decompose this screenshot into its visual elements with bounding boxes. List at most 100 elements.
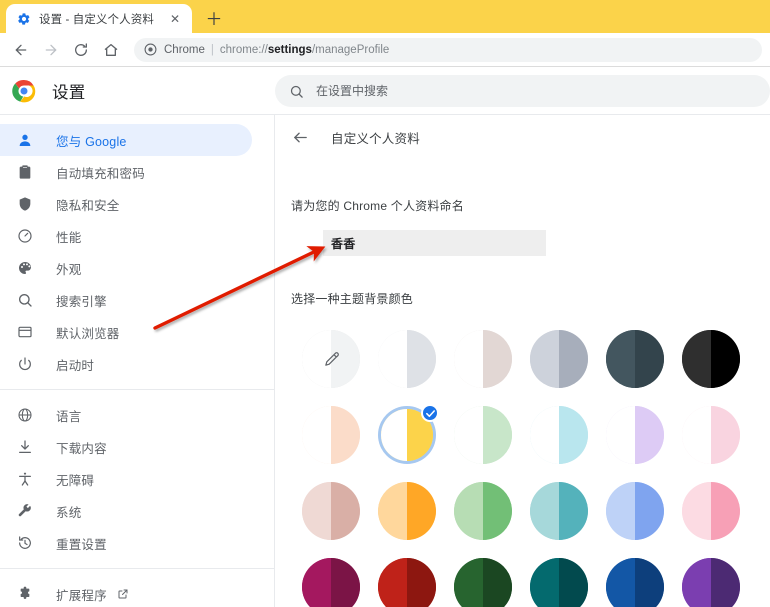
theme-swatch-pink[interactable] (682, 482, 740, 540)
home-button[interactable] (98, 37, 124, 63)
tab-strip: 设置 - 自定义个人资料 ✕ ＋ (0, 0, 770, 33)
search-icon (16, 291, 34, 309)
browser-window: 设置 - 自定义个人资料 ✕ ＋ Chrome | chrome://setti… (0, 0, 770, 607)
theme-swatch-pale-cyan[interactable] (530, 406, 588, 464)
settings-sidebar: 您与 Google 自动填充和密码 隐私和安全 性能 外观 搜索引擎 默认浏览器… (0, 115, 275, 607)
sidebar-item-label: 无障碍 (56, 473, 95, 488)
eyedropper-icon (322, 350, 340, 368)
swatch-half-light (454, 406, 483, 464)
swatch-half-light (378, 558, 407, 607)
name-section-label: 请为您的 Chrome 个人资料命名 (291, 199, 464, 213)
sidebar-item-accessibility[interactable]: 无障碍 (0, 463, 252, 495)
sidebar-item-default-browser[interactable]: 默认浏览器 (0, 316, 252, 348)
globe-icon (16, 406, 34, 424)
swatch-circle (454, 482, 512, 540)
sidebar-item-extensions[interactable]: 扩展程序 (0, 578, 252, 607)
theme-swatch-pale-green[interactable] (454, 406, 512, 464)
theme-swatch-yellow[interactable] (378, 404, 439, 464)
theme-swatch-teal[interactable] (530, 482, 588, 540)
swatch-half-dark (331, 406, 360, 464)
swatch-half-dark (407, 330, 436, 388)
search-area (275, 75, 770, 107)
palette-icon (16, 259, 34, 277)
sidebar-divider (0, 568, 274, 569)
sidebar-item-search-engine[interactable]: 搜索引擎 (0, 284, 252, 316)
sidebar-item-appearance[interactable]: 外观 (0, 252, 252, 284)
content-header: 自定义个人资料 (275, 115, 770, 159)
theme-swatch-pale-peach[interactable] (302, 406, 360, 464)
settings-content: 自定义个人资料 请为您的 Chrome 个人资料命名 选择一种主题背景颜色 (275, 115, 770, 607)
swatch-circle (302, 482, 360, 540)
search-input[interactable] (316, 84, 756, 98)
reload-button[interactable] (68, 37, 94, 63)
sidebar-item-languages[interactable]: 语言 (0, 399, 252, 431)
close-icon[interactable]: ✕ (167, 11, 183, 27)
tab-settings[interactable]: 设置 - 自定义个人资料 ✕ (6, 4, 192, 33)
swatch-half-light (454, 482, 483, 540)
swatch-half-light (530, 558, 559, 607)
theme-swatch-pale-pink[interactable] (682, 406, 740, 464)
swatch-half-dark (483, 330, 512, 388)
back-button[interactable] (8, 37, 34, 63)
download-icon (16, 438, 34, 456)
swatch-circle (378, 330, 436, 388)
theme-swatch-dark-slate[interactable] (606, 330, 664, 388)
theme-swatch-dusty-rose[interactable] (302, 482, 360, 540)
content-title: 自定义个人资料 (331, 131, 420, 146)
swatch-half-light (606, 482, 635, 540)
swatch-circle (454, 406, 512, 464)
swatch-half-dark (711, 406, 740, 464)
sidebar-item-downloads[interactable]: 下载内容 (0, 431, 252, 463)
back-arrow-icon[interactable] (291, 128, 309, 146)
theme-swatch-warm-grey[interactable] (454, 330, 512, 388)
sidebar-item-performance[interactable]: 性能 (0, 220, 252, 252)
sidebar-item-privacy[interactable]: 隐私和安全 (0, 188, 252, 220)
theme-swatch-deep-teal[interactable] (530, 558, 588, 607)
sidebar-divider (0, 389, 274, 390)
profile-name-input[interactable] (323, 230, 546, 256)
sidebar-item-reset-settings[interactable]: 重置设置 (0, 527, 252, 559)
settings-brand[interactable]: 设置 (0, 79, 275, 103)
theme-swatch-blue[interactable] (606, 482, 664, 540)
swatch-half-dark (635, 482, 664, 540)
theme-swatch-magenta-dark[interactable] (302, 558, 360, 607)
theme-swatch-black[interactable] (682, 330, 740, 388)
sidebar-item-you-and-google[interactable]: 您与 Google (0, 124, 252, 156)
swatch-circle (682, 406, 740, 464)
swatch-half-dark (483, 482, 512, 540)
sidebar-item-on-startup[interactable]: 启动时 (0, 348, 252, 380)
theme-swatch-pale-purple[interactable] (606, 406, 664, 464)
theme-swatch-green[interactable] (454, 482, 512, 540)
theme-swatch-red-dark[interactable] (378, 558, 436, 607)
theme-swatch-cool-grey[interactable] (530, 330, 588, 388)
search-box[interactable] (275, 75, 770, 107)
swatch-half-light (682, 330, 711, 388)
gear-icon (17, 12, 31, 26)
wrench-icon (16, 502, 34, 520)
theme-section-label: 选择一种主题背景颜色 (291, 292, 414, 306)
address-bar[interactable]: Chrome | chrome://settings/manageProfile (134, 37, 762, 62)
theme-swatch-purple-dark[interactable] (682, 558, 740, 607)
swatch-half-dark (483, 406, 512, 464)
sidebar-item-label: 外观 (56, 262, 82, 277)
forward-button[interactable] (38, 37, 64, 63)
sidebar-item-system[interactable]: 系统 (0, 495, 252, 527)
new-tab-button[interactable]: ＋ (200, 3, 228, 31)
accessibility-icon (16, 470, 34, 488)
swatch-circle (606, 558, 664, 607)
page-title: 设置 (52, 84, 86, 102)
theme-swatch-grey-default[interactable] (378, 330, 436, 388)
swatch-half-dark (559, 330, 588, 388)
tab-title: 设置 - 自定义个人资料 (39, 13, 154, 26)
theme-swatch-orange[interactable] (378, 482, 436, 540)
swatch-half-light (302, 558, 331, 607)
puzzle-icon (16, 585, 34, 603)
theme-swatch-forest-green[interactable] (454, 558, 512, 607)
theme-swatch-navy-blue[interactable] (606, 558, 664, 607)
theme-swatch-custom-color-picker[interactable] (302, 330, 360, 388)
sidebar-item-label: 语言 (56, 409, 82, 424)
sidebar-item-autofill[interactable]: 自动填充和密码 (0, 156, 252, 188)
swatch-circle (606, 406, 664, 464)
swatch-half-dark (331, 482, 360, 540)
swatch-circle (682, 558, 740, 607)
